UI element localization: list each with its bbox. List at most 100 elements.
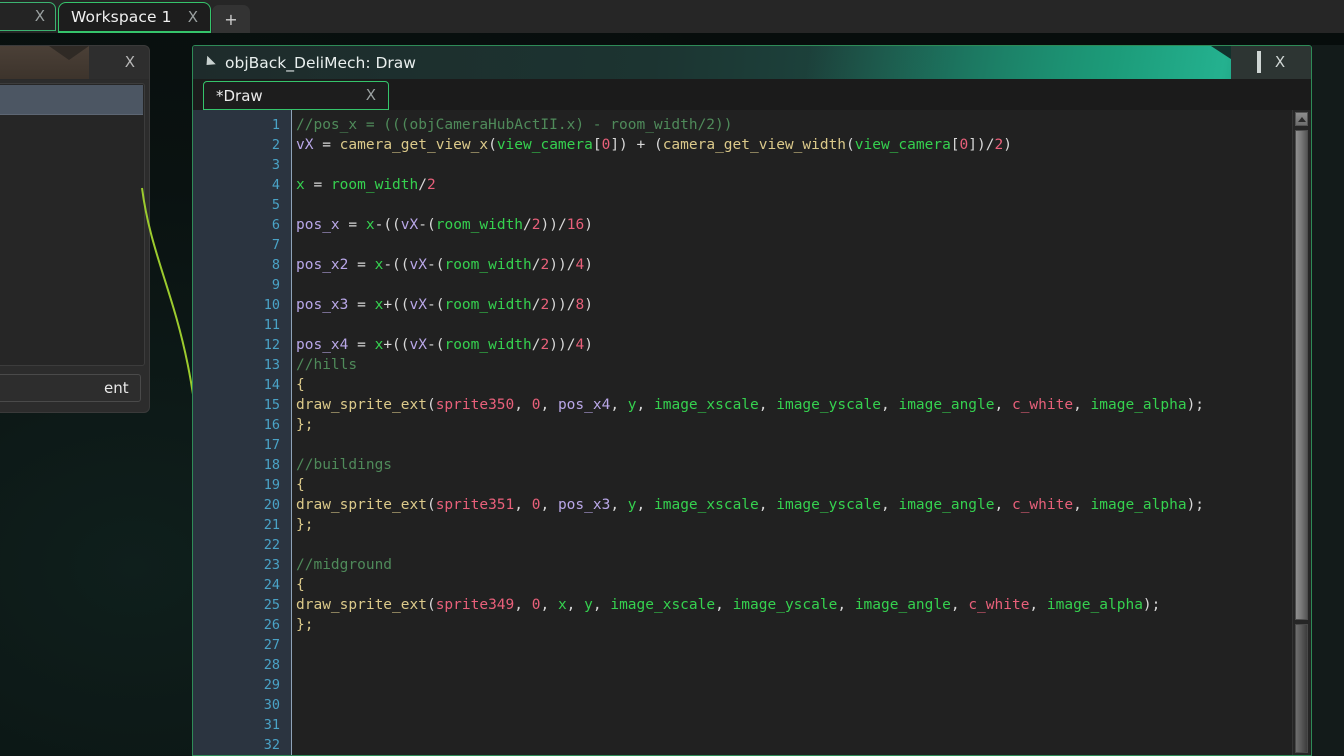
code-token: y: [627, 397, 637, 413]
code-line[interactable]: [292, 155, 1311, 175]
code-token: x: [296, 177, 305, 193]
line-number: 26: [263, 617, 280, 633]
code-line[interactable]: draw_sprite_ext(sprite349, 0, x, y, imag…: [292, 595, 1311, 615]
code-line[interactable]: //midground: [292, 555, 1311, 575]
code-token: //buildings: [296, 457, 393, 473]
code-line[interactable]: };: [292, 515, 1311, 535]
line-number: 1: [271, 117, 280, 133]
code-token: c_white: [1011, 397, 1074, 413]
code-token: -(: [427, 337, 445, 353]
code-line[interactable]: {: [292, 575, 1311, 595]
code-token: //hills: [296, 357, 358, 373]
workspace-tab-previous[interactable]: X: [0, 2, 56, 31]
close-icon[interactable]: X: [364, 88, 378, 103]
line-number: 23: [263, 557, 280, 573]
code-token: y: [584, 597, 593, 613]
code-token: {: [296, 477, 305, 493]
code-token: /: [523, 217, 532, 233]
code-token: image_angle: [854, 597, 951, 613]
maximize-icon[interactable]: [1256, 51, 1261, 73]
code-line[interactable]: pos_x = x-((vX-(room_width/2))/16): [292, 215, 1311, 235]
code-window-titlebar[interactable]: objBack_DeliMech: Draw X: [193, 46, 1311, 79]
code-line[interactable]: pos_x2 = x-((vX-(room_width/2))/4): [292, 255, 1311, 275]
code-token: /: [531, 297, 541, 313]
code-line[interactable]: [292, 535, 1311, 555]
close-icon[interactable]: X: [1275, 55, 1285, 70]
code-token: sprite351: [435, 497, 515, 513]
code-line[interactable]: };: [292, 615, 1311, 635]
line-number: 10: [263, 297, 280, 313]
code-line[interactable]: x = room_width/2: [292, 175, 1311, 195]
code-line[interactable]: draw_sprite_ext(sprite350, 0, pos_x4, y,…: [292, 395, 1311, 415]
code-line[interactable]: //buildings: [292, 455, 1311, 475]
code-line[interactable]: vX = camera_get_view_x(view_camera[0]) +…: [292, 135, 1311, 155]
code-line[interactable]: [292, 695, 1311, 715]
code-token: ,: [1029, 597, 1047, 613]
code-line[interactable]: [292, 195, 1311, 215]
line-number: 28: [263, 657, 280, 673]
close-icon[interactable]: X: [33, 9, 47, 24]
code-token: ))/: [540, 217, 567, 233]
list-item[interactable]: [0, 85, 143, 115]
code-token: 2: [994, 137, 1004, 153]
panel-footer-button[interactable]: ent: [0, 374, 141, 402]
code-token: =: [348, 257, 375, 273]
scrollbar-thumb[interactable]: [1295, 130, 1308, 620]
code-token: ,: [514, 597, 532, 613]
code-line[interactable]: [292, 635, 1311, 655]
breakpoints-list[interactable]: [0, 83, 145, 366]
code-line[interactable]: //pos_x = (((objCameraHubActII.x) - room…: [292, 115, 1311, 135]
scrollbar-thumb-lower[interactable]: [1295, 624, 1308, 753]
line-number: 18: [263, 457, 280, 473]
scroll-up-icon[interactable]: [1295, 112, 1308, 126]
code-token: ,: [514, 397, 532, 413]
code-line[interactable]: [292, 435, 1311, 455]
code-token: ,: [758, 397, 777, 413]
code-line[interactable]: {: [292, 475, 1311, 495]
code-text-area[interactable]: //pos_x = (((objCameraHubActII.x) - room…: [292, 110, 1311, 755]
file-tab-strip: *Draw X: [193, 79, 1311, 111]
code-token: room_width: [444, 257, 532, 273]
code-line[interactable]: draw_sprite_ext(sprite351, 0, pos_x3, y,…: [292, 495, 1311, 515]
code-line[interactable]: pos_x4 = x+((vX-(room_width/2))/4): [292, 335, 1311, 355]
code-token: vX: [409, 297, 427, 313]
vertical-scrollbar[interactable]: [1292, 110, 1310, 755]
line-number: 8: [271, 257, 280, 273]
code-line[interactable]: //hills: [292, 355, 1311, 375]
code-token: ): [584, 217, 593, 233]
close-icon[interactable]: X: [125, 53, 135, 71]
close-icon[interactable]: X: [186, 9, 200, 25]
code-line[interactable]: pos_x3 = x+((vX-(room_width/2))/8): [292, 295, 1311, 315]
code-line[interactable]: };: [292, 415, 1311, 435]
code-line[interactable]: [292, 675, 1311, 695]
line-number: 19: [263, 477, 280, 493]
code-line[interactable]: {: [292, 375, 1311, 395]
window-controls: X: [1231, 46, 1311, 79]
code-token: ,: [994, 397, 1012, 413]
workspace-tab-active[interactable]: Workspace 1 X: [58, 2, 211, 33]
code-token: pos_x3: [557, 497, 611, 513]
code-line[interactable]: [292, 655, 1311, 675]
line-number: 17: [263, 437, 280, 453]
code-line[interactable]: [292, 275, 1311, 295]
add-workspace-tab-button[interactable]: +: [212, 5, 250, 33]
code-line[interactable]: [292, 235, 1311, 255]
breakpoints-panel-header[interactable]: X: [0, 46, 149, 80]
code-line[interactable]: [292, 735, 1311, 755]
code-token: -((: [383, 257, 410, 273]
tab-draw[interactable]: *Draw X: [203, 81, 389, 110]
code-token: vX: [409, 337, 427, 353]
code-line[interactable]: [292, 315, 1311, 335]
code-line[interactable]: [292, 715, 1311, 735]
code-token: x: [365, 217, 375, 233]
code-token: +((: [383, 297, 410, 313]
line-number: 4: [271, 177, 280, 193]
code-token: ]) + (: [610, 137, 663, 153]
code-token: =: [348, 297, 375, 313]
code-token: ,: [881, 497, 899, 513]
line-number: 15: [263, 397, 280, 413]
code-token: c_white: [968, 597, 1030, 613]
code-token: 0: [959, 137, 969, 153]
code-editor[interactable]: 1 2 3 4 5 6 7 8 9 10 11 12 13 14 15 16 17 18 19 20 21 22 23 24 2…: [193, 110, 1311, 755]
line-number: 13: [263, 357, 280, 373]
